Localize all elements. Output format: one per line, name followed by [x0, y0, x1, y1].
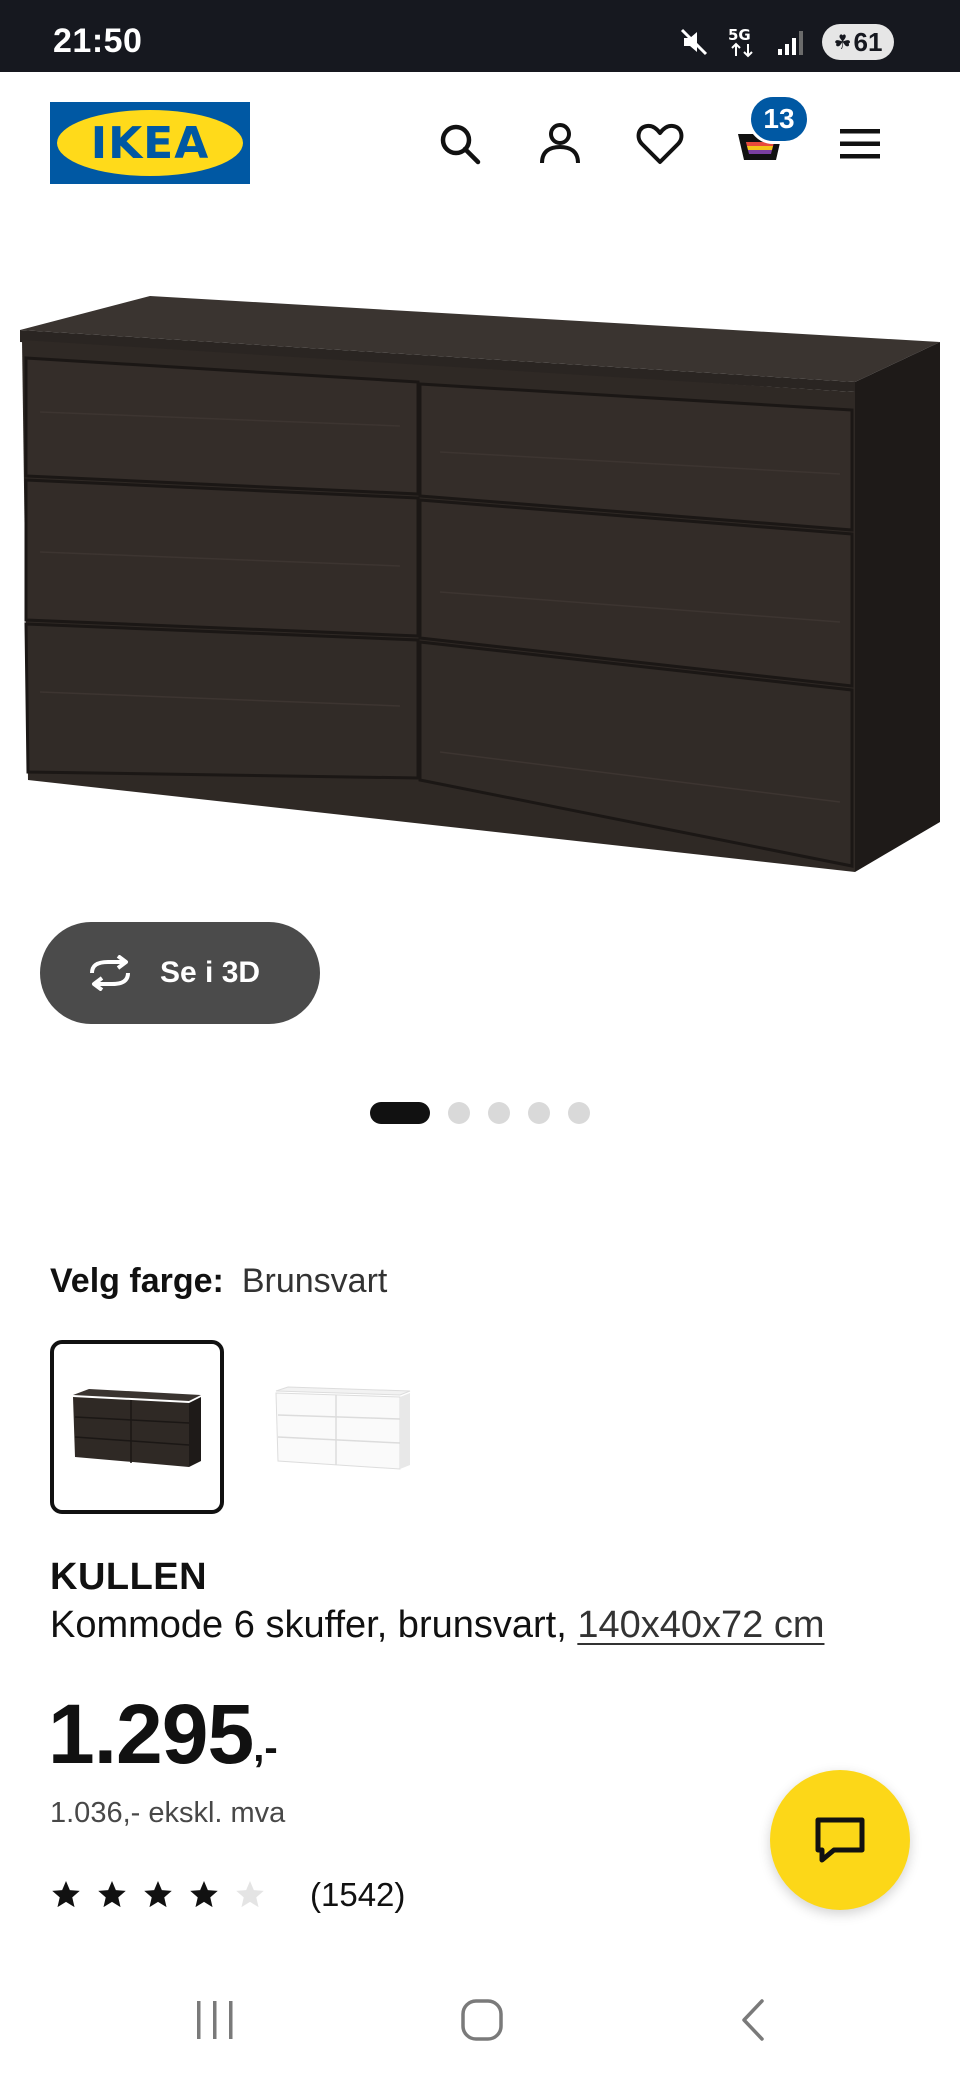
status-time: 21:50	[53, 22, 143, 60]
chat-icon	[815, 1817, 865, 1863]
cart-count-badge: 13	[748, 94, 810, 144]
star-filled-icon	[144, 1881, 172, 1908]
gallery-dot[interactable]	[370, 1102, 430, 1124]
color-selector-label: Velg farge: Brunsvart	[50, 1262, 387, 1301]
chat-button[interactable]	[770, 1770, 910, 1910]
selected-color: Brunsvart	[241, 1262, 388, 1300]
back-button[interactable]	[712, 1990, 792, 2050]
logo-text: IKEA	[90, 117, 210, 169]
star-filled-icon	[98, 1881, 126, 1908]
product-size-link[interactable]: 140x40x72 cm	[577, 1604, 824, 1646]
ikea-logo[interactable]: IKEA	[50, 102, 250, 184]
system-nav-bar	[0, 1960, 960, 2080]
home-button[interactable]	[442, 1990, 522, 2050]
gallery-dot[interactable]	[448, 1102, 470, 1124]
rating-stars	[50, 1879, 266, 1911]
signal-icon	[778, 31, 803, 55]
svg-text:5G: 5G	[728, 26, 751, 44]
battery-icon: ☘ 61	[822, 24, 894, 60]
favorites-button[interactable]	[628, 112, 692, 176]
recents-button[interactable]	[175, 1990, 255, 2050]
color-label: Velg farge:	[50, 1262, 224, 1300]
gallery-pagination	[370, 1102, 590, 1124]
account-button[interactable]	[528, 112, 592, 176]
star-filled-icon	[52, 1881, 80, 1908]
menu-button[interactable]	[828, 112, 892, 176]
gallery-dot[interactable]	[528, 1102, 550, 1124]
product-description: Kommode 6 skuffer, brunsvart, 140x40x72 …	[50, 1604, 824, 1647]
gallery-dot[interactable]	[568, 1102, 590, 1124]
gallery-dot[interactable]	[488, 1102, 510, 1124]
search-icon	[440, 124, 481, 165]
header: IKEA	[0, 72, 960, 212]
product-price: 1.295 ,-	[48, 1692, 278, 1776]
price-suffix: ,-	[253, 1726, 278, 1770]
product-name: KULLEN	[50, 1556, 208, 1598]
recents-icon	[197, 2001, 233, 2039]
back-icon	[742, 1999, 764, 2041]
status-icons: 5G ☘ 61	[678, 22, 894, 62]
star-filled-icon	[190, 1881, 218, 1908]
dresser-thumb-dark	[73, 1389, 201, 1467]
view-3d-button[interactable]: Se i 3D	[40, 922, 320, 1024]
search-button[interactable]	[428, 112, 492, 176]
product-image[interactable]	[0, 212, 960, 912]
battery-level: 61	[853, 26, 883, 57]
5g-icon: 5G	[728, 26, 753, 58]
view-3d-label: Se i 3D	[160, 956, 261, 989]
dresser-thumb-white	[275, 1386, 411, 1470]
home-icon	[461, 1999, 503, 2041]
mute-icon	[680, 28, 708, 56]
star-empty-icon	[236, 1881, 264, 1908]
logo-ellipse: IKEA	[57, 110, 243, 176]
color-swatch-white[interactable]	[252, 1340, 426, 1514]
review-count: (1542)	[310, 1876, 406, 1913]
rotate-3d-icon	[90, 955, 130, 991]
color-swatch-brown-black[interactable]	[50, 1340, 224, 1514]
heart-icon	[636, 123, 684, 164]
price-excluding-vat: 1.036,- ekskl. mva	[50, 1797, 286, 1829]
menu-icon	[840, 129, 880, 159]
product-rating[interactable]: (1542)	[50, 1876, 405, 1914]
price-amount: 1.295	[48, 1687, 254, 1781]
status-bar: 21:50 5G ☘ 61	[0, 0, 960, 72]
dresser-illustration	[20, 296, 940, 872]
account-icon	[540, 123, 580, 164]
product-description-text: Kommode 6 skuffer, brunsvart,	[50, 1604, 578, 1646]
